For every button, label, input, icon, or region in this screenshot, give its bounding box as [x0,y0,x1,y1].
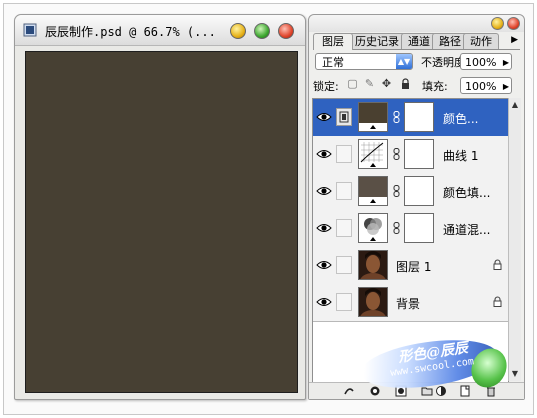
fill-slider-arrow-icon[interactable]: ▶ [503,78,509,95]
psd-file-icon [23,23,37,37]
close-button[interactable] [278,23,294,39]
document-title: 辰辰制作.psd @ 66.7% (... [45,25,216,39]
layer-thumbnail[interactable] [358,287,388,317]
chain-link-icon[interactable] [393,148,400,160]
layer-list-scrollbar[interactable]: ▲ ▼ [508,98,521,381]
palette-menu-arrow-icon[interactable]: ▶ [511,35,518,45]
layer-row[interactable]: 图层 1 [313,247,508,285]
layer-mask-thumbnail[interactable] [404,102,434,132]
layer-row[interactable]: 背景 [313,284,508,322]
scroll-down-icon[interactable]: ▼ [510,369,520,379]
document-window: 辰辰制作.psd @ 66.7% (... [14,14,306,400]
layer-name: 颜色填... [443,186,491,200]
palette-close-button[interactable] [507,17,520,30]
palette-tabs: 图层 历史记录 通道 路径 动作 ▶ [313,32,520,50]
maximize-button[interactable] [254,23,270,39]
layer-name: 颜色... [443,112,479,126]
fill-value: 100% [465,80,497,93]
lock-transparency-icon[interactable]: ▢ [347,78,358,90]
fill-field[interactable]: 100% ▶ [460,77,512,94]
opacity-field[interactable]: 100% ▶ [460,53,512,70]
lock-image-icon[interactable]: ✎ [364,78,375,90]
minimize-button[interactable] [230,23,246,39]
layer-mask-thumbnail[interactable] [404,176,434,206]
tab-layers[interactable]: 图层 [313,33,353,50]
palette-titlebar[interactable] [309,15,524,32]
eye-visibility-icon[interactable] [316,184,332,198]
document-titlebar[interactable]: 辰辰制作.psd @ 66.7% (... [15,15,305,46]
layer-thumbnail[interactable] [358,139,388,169]
eye-visibility-icon[interactable] [316,110,332,124]
blend-mode-select[interactable]: 正常 ▲▼ [315,53,413,70]
layer-mask-thumbnail[interactable] [404,139,434,169]
layer-link-toggle[interactable] [336,108,352,126]
layer-link-toggle[interactable] [336,182,352,200]
lock-position-icon[interactable]: ✥ [381,78,392,90]
tab-actions[interactable]: 动作 [463,33,499,49]
palette-minimize-button[interactable] [491,17,504,30]
layer-name: 背景 [396,297,421,311]
chain-link-icon[interactable] [393,185,400,197]
scroll-up-icon[interactable]: ▲ [510,100,520,110]
tab-history[interactable]: 历史记录 [348,33,406,49]
blend-mode-value: 正常 [322,56,344,69]
opacity-slider-arrow-icon[interactable]: ▶ [503,54,509,71]
fill-label: 填充: [422,80,448,93]
layer-link-toggle[interactable] [336,256,352,274]
lock-all-icon[interactable] [400,78,411,90]
layer-thumbnail[interactable] [358,250,388,280]
layer-thumbnail[interactable] [358,176,388,206]
watermark-logo: 形色@辰辰 www.swcool.com [357,332,513,396]
chain-link-icon[interactable] [393,222,400,234]
layer-link-toggle[interactable] [336,293,352,311]
layer-lock-icon [493,296,502,307]
opacity-value: 100% [465,56,497,69]
chain-link-icon[interactable] [393,111,400,123]
eye-visibility-icon[interactable] [316,295,332,309]
layer-thumbnail[interactable] [358,213,388,243]
layer-name: 通道混... [443,223,491,237]
eye-visibility-icon[interactable] [316,258,332,272]
layer-name: 图层 1 [396,260,432,274]
lock-label: 锁定: [313,80,339,93]
layer-link-toggle[interactable] [336,219,352,237]
document-canvas[interactable] [25,51,298,393]
layer-name: 曲线 1 [443,149,479,163]
link-layers-icon[interactable] [343,385,355,397]
layer-row[interactable]: 颜色... [313,99,508,137]
layer-lock-icon [493,259,502,270]
eye-visibility-icon[interactable] [316,221,332,235]
eye-visibility-icon[interactable] [316,147,332,161]
layer-row[interactable]: 颜色填... [313,173,508,211]
layer-link-toggle[interactable] [336,145,352,163]
layer-mask-thumbnail[interactable] [404,213,434,243]
layer-thumbnail[interactable] [358,102,388,132]
layer-row[interactable]: 通道混... [313,210,508,248]
layer-row[interactable]: 曲线 1 [313,136,508,174]
brush-icon [339,111,349,123]
select-arrows-icon: ▲▼ [396,54,412,69]
